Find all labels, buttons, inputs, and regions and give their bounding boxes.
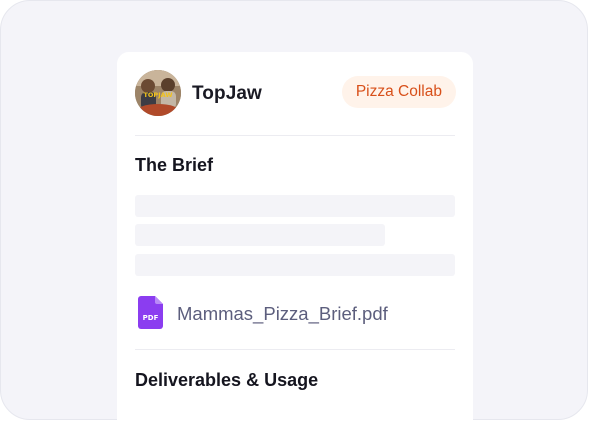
brief-attachment[interactable]: PDF Mammas_Pizza_Brief.pdf bbox=[138, 296, 458, 330]
creator-name: TopJaw bbox=[192, 83, 262, 104]
pdf-icon-label: PDF bbox=[143, 314, 159, 322]
card-header: TOPJAW TopJaw Pizza Collab bbox=[135, 70, 456, 118]
avatar-image: TOPJAW bbox=[135, 70, 181, 116]
campaign-tag[interactable]: Pizza Collab bbox=[341, 76, 456, 108]
brief-placeholder-line-2 bbox=[135, 224, 385, 246]
attachment-divider bbox=[135, 349, 455, 350]
brief-placeholder-line-3 bbox=[135, 254, 455, 276]
deliverables-title: Deliverables & Usage bbox=[135, 370, 319, 390]
brief-title: The Brief bbox=[135, 155, 214, 175]
attachment-file-name[interactable]: Mammas_Pizza_Brief.pdf bbox=[177, 303, 388, 325]
header-divider bbox=[135, 135, 455, 136]
brief-placeholder-line-1 bbox=[135, 195, 455, 217]
pdf-file-icon: PDF bbox=[138, 296, 163, 329]
avatar[interactable]: TOPJAW bbox=[135, 70, 181, 116]
avatar-caption: TOPJAW bbox=[143, 91, 172, 99]
collab-card: TOPJAW TopJaw Pizza Collab The Brief PDF… bbox=[117, 52, 473, 432]
